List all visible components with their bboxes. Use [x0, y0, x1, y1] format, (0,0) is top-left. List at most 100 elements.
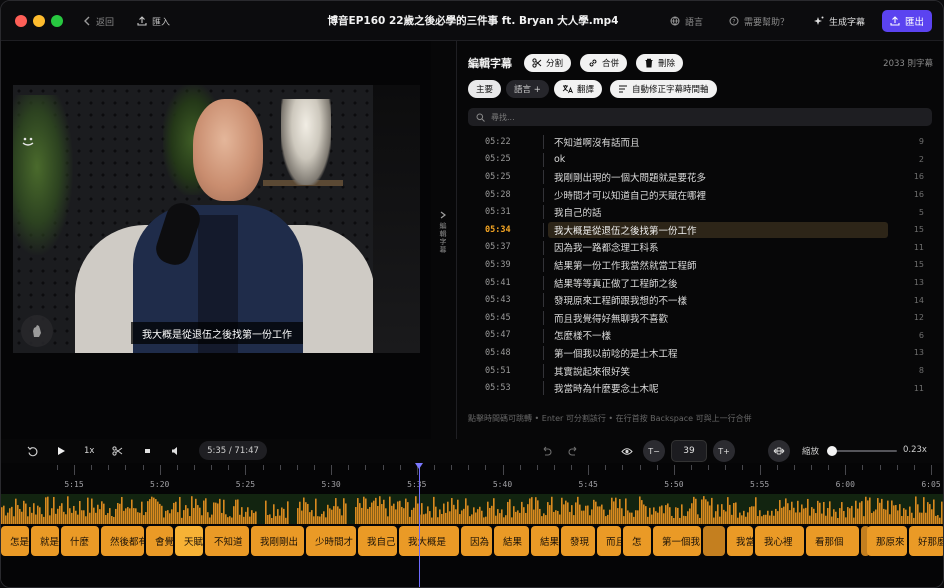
subtitle-clip[interactable]: 因為	[461, 526, 492, 556]
row-text[interactable]: 結果第一份工作我當然就當工程師	[554, 258, 697, 272]
row-text[interactable]: 發現原來工程師跟我想的不一樣	[554, 293, 687, 307]
subtitle-clip[interactable]: 什麼	[61, 526, 99, 556]
rewind-button[interactable]	[27, 444, 38, 458]
time-ruler[interactable]: 5:15 5:20 5:25 5:30 5:35 5:40 5:45 5:50 5:55 6:00…	[1, 463, 943, 493]
generate-subtitles-button[interactable]: 生成字幕	[814, 13, 865, 29]
zoom-slider[interactable]	[826, 446, 897, 456]
subtitle-clip[interactable]: 不知道	[205, 526, 249, 556]
help-button[interactable]: ? 需要幫助？	[729, 13, 789, 29]
playhead-handle[interactable]	[415, 463, 423, 469]
row-text[interactable]: 第一個我以前唸的是土木工程	[554, 346, 678, 360]
playhead[interactable]	[419, 463, 420, 587]
subtitle-clip[interactable]: 我剛剛出	[251, 526, 304, 556]
row-timecode[interactable]: 05:22	[485, 137, 511, 147]
subtitle-clip[interactable]: 結果	[531, 526, 559, 556]
subtitle-row[interactable]: 05:41 結果等等真正做了工程師之後 13	[468, 274, 932, 292]
row-timecode[interactable]: 05:41	[485, 278, 511, 288]
font-size-input[interactable]: 39	[671, 440, 707, 462]
subtitle-clip[interactable]: 結果	[494, 526, 529, 556]
font-smaller-button[interactable]: T−	[643, 440, 665, 462]
subtitle-clip[interactable]: 怎是	[1, 526, 29, 556]
row-timecode[interactable]: 05:53	[485, 383, 511, 393]
row-text[interactable]: 結果等等真正做了工程師之後	[554, 276, 678, 290]
subtitle-clip[interactable]: 就是	[31, 526, 59, 556]
fit-timeline-button[interactable]	[768, 440, 790, 462]
redo-button[interactable]	[568, 444, 579, 458]
visibility-toggle[interactable]	[621, 444, 633, 458]
row-timecode[interactable]: 05:39	[485, 260, 511, 270]
row-text[interactable]: 不知道啊沒有話而且	[554, 135, 640, 149]
subtitle-clip[interactable]: 少時間才	[306, 526, 356, 556]
row-text[interactable]: 我剛剛出現的一個大問題就是要花多	[554, 170, 706, 184]
export-button[interactable]: 匯出	[882, 10, 932, 32]
subtitle-row[interactable]: 05:31 我自己的話 5	[468, 203, 932, 221]
video-preview[interactable]	[13, 85, 420, 353]
font-larger-button[interactable]: T+	[713, 440, 735, 462]
subtitle-clip[interactable]: 我大概是	[399, 526, 459, 556]
video-overlay-button[interactable]	[21, 315, 53, 347]
row-timecode[interactable]: 05:31	[485, 207, 511, 217]
subtitle-clip[interactable]: 看那個	[806, 526, 859, 556]
subtitle-row[interactable]: 05:48 第一個我以前唸的是土木工程 13	[468, 344, 932, 362]
subtitle-row[interactable]: 05:22 不知道啊沒有話而且 9	[468, 133, 932, 151]
subtitle-row[interactable]: 05:25 我剛剛出現的一個大問題就是要花多 16	[468, 168, 932, 186]
subtitle-clip[interactable]: 而且	[597, 526, 621, 556]
back-button[interactable]: 返回	[83, 13, 114, 29]
close-window-button[interactable]	[15, 15, 27, 27]
subtitle-clip[interactable]: 怎	[623, 526, 651, 556]
primary-tab[interactable]: 主要	[468, 80, 502, 98]
row-timecode[interactable]: 05:48	[485, 348, 511, 358]
subtitle-row[interactable]: 05:37 因為我一路都念理工科系 11	[468, 239, 932, 257]
row-timecode[interactable]: 05:34	[485, 225, 511, 235]
subtitle-row[interactable]: 05:51 其實說起來很好笑 8	[468, 362, 932, 380]
subtitle-clip[interactable]: 我自己	[358, 526, 397, 556]
subtitle-clip[interactable]: 我心裡	[755, 526, 804, 556]
row-text[interactable]: 怎麼樣不一樣	[554, 328, 611, 342]
row-text[interactable]: 少時間才可以知道自己的天賦在哪裡	[554, 188, 706, 202]
row-text[interactable]: ok	[554, 154, 565, 165]
subtitle-clip[interactable]: 第一個我	[653, 526, 701, 556]
subtitle-row[interactable]: 05:47 怎麼樣不一樣 6	[468, 327, 932, 345]
row-timecode[interactable]: 05:28	[485, 190, 511, 200]
row-text[interactable]: 而且我覺得好無聊我不喜歡	[554, 311, 668, 325]
row-timecode[interactable]: 05:47	[485, 330, 511, 340]
subtitle-clip[interactable]: 發現	[561, 526, 595, 556]
play-button[interactable]	[57, 444, 66, 458]
zoom-window-button[interactable]	[51, 15, 63, 27]
row-text[interactable]: 我大概是從退伍之後找第一份工作	[554, 223, 697, 237]
row-timecode[interactable]: 05:45	[485, 313, 511, 323]
subtitle-row[interactable]: 05:43 發現原來工程師跟我想的不一樣 14	[468, 291, 932, 309]
row-timecode[interactable]: 05:43	[485, 295, 511, 305]
minimize-window-button[interactable]	[33, 15, 45, 27]
autofix-timeline-button[interactable]: 自動修正字幕時間軸	[610, 80, 717, 98]
timeline[interactable]: 5:15 5:20 5:25 5:30 5:35 5:40 5:45 5:50 5:55 6:00…	[1, 463, 943, 587]
subtitle-clip[interactable]: 那原來	[867, 526, 907, 556]
subtitle-row[interactable]: 05:25 ok 2	[468, 151, 932, 169]
subtitle-clip[interactable]: 我當	[727, 526, 753, 556]
undo-button[interactable]	[541, 444, 552, 458]
subtitle-row[interactable]: 05:34 我大概是從退伍之後找第一份工作 15	[468, 221, 932, 239]
marker-button[interactable]	[143, 444, 152, 458]
merge-button[interactable]: 合併	[580, 54, 628, 72]
row-text[interactable]: 我自己的話	[554, 205, 602, 219]
import-button[interactable]: 匯入	[137, 13, 170, 29]
row-timecode[interactable]: 05:25	[485, 172, 511, 182]
subtitle-clip[interactable]: 會覺	[146, 526, 173, 556]
split-button[interactable]: 分割	[524, 54, 572, 72]
row-text[interactable]: 因為我一路都念理工科系	[554, 240, 659, 254]
cut-button[interactable]	[112, 444, 123, 458]
volume-button[interactable]	[171, 444, 181, 458]
subtitle-clip[interactable]	[703, 526, 725, 556]
subtitle-clip[interactable]: 好那麼	[909, 526, 943, 556]
subtitle-row[interactable]: 05:53 我當時為什麼要念土木呢 11	[468, 379, 932, 397]
collapse-editor-handle[interactable]: 編輯字幕	[431, 211, 455, 271]
subtitle-row[interactable]: 05:28 少時間才可以知道自己的天賦在哪裡 16	[468, 186, 932, 204]
add-language-button[interactable]: 語言 +	[506, 80, 549, 98]
row-text[interactable]: 其實說起來很好笑	[554, 364, 630, 378]
speed-button[interactable]: 1x	[84, 444, 94, 458]
subtitle-clip[interactable]: 天賦	[175, 526, 203, 556]
row-timecode[interactable]: 05:51	[485, 366, 511, 376]
search-input[interactable]: 尋找...	[468, 108, 932, 126]
row-text[interactable]: 我當時為什麼要念土木呢	[554, 381, 659, 395]
row-timecode[interactable]: 05:25	[485, 154, 511, 164]
